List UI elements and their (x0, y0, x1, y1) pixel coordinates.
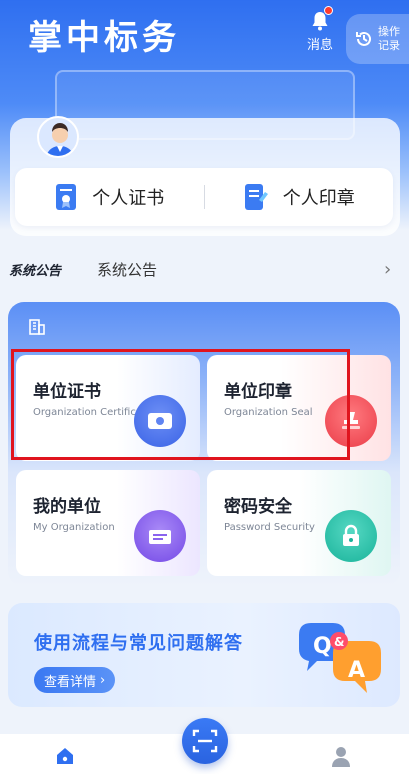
personal-seal-label: 个人印章 (282, 188, 355, 209)
tile-title: 单位印章 (224, 382, 292, 402)
organization-certificate-tile[interactable]: 单位证书 Organization Certificate (16, 355, 200, 461)
qa-illustration-icon: Q A & (299, 623, 381, 693)
personal-certificate-button[interactable]: 个人证书 (15, 182, 204, 212)
seal-doc-icon (244, 184, 268, 210)
personal-certificate-label: 个人证书 (92, 188, 165, 209)
scan-icon (192, 729, 218, 753)
operation-records-button[interactable]: 操作 记录 (346, 14, 409, 64)
password-security-tile[interactable]: 密码安全 Password Security (207, 470, 391, 576)
my-organization-tile[interactable]: 我的单位 My Organization (16, 470, 200, 576)
records-label-1: 操作 (378, 25, 400, 38)
notice-tag: 系统公告 (9, 263, 62, 279)
bell-icon (309, 6, 333, 32)
qa-a-text: A (348, 658, 365, 683)
tile-title: 我的单位 (33, 497, 101, 517)
faq-banner[interactable]: 使用流程与常见问题解答 查看详情 › Q A & (8, 603, 400, 707)
history-icon (356, 31, 371, 46)
certificate-icon (134, 395, 186, 447)
avatar[interactable] (37, 116, 79, 158)
view-details-label: 查看详情 (44, 674, 97, 690)
chevron-right-icon: › (384, 258, 392, 280)
tile-subtitle: Password Security (224, 522, 315, 533)
certificate-doc-icon (56, 184, 77, 210)
app-title: 掌中标务 (28, 18, 180, 58)
chevron-right-icon: › (100, 672, 106, 688)
tile-title: 单位证书 (33, 382, 101, 402)
user-icon[interactable] (331, 745, 351, 767)
organization-icon (134, 510, 186, 562)
home-icon[interactable] (56, 747, 74, 765)
personal-actions-bar: 个人证书 个人印章 (15, 168, 393, 226)
building-icon (29, 319, 45, 335)
notice-bar[interactable]: 系统公告 系统公告 › (0, 250, 409, 288)
scan-button[interactable] (182, 718, 228, 764)
notice-text: 系统公告 (97, 260, 158, 279)
messages-label: 消息 (306, 38, 333, 53)
qa-amp-text: & (334, 635, 344, 649)
qa-q-text: Q (313, 634, 332, 659)
organization-seal-tile[interactable]: 单位印章 Organization Seal (207, 355, 391, 461)
tile-title: 密码安全 (224, 497, 292, 517)
faq-title: 使用流程与常见问题解答 (34, 633, 243, 654)
records-label-2: 记录 (378, 39, 400, 52)
unread-badge (324, 6, 333, 15)
tile-subtitle: My Organization (33, 522, 115, 533)
tile-subtitle: Organization Seal (224, 407, 313, 418)
seal-icon (325, 395, 377, 447)
personal-seal-button[interactable]: 个人印章 (205, 182, 394, 212)
messages-button[interactable]: 消息 (303, 6, 337, 53)
lock-icon (325, 510, 377, 562)
view-details-button[interactable]: 查看详情 › (34, 667, 116, 693)
